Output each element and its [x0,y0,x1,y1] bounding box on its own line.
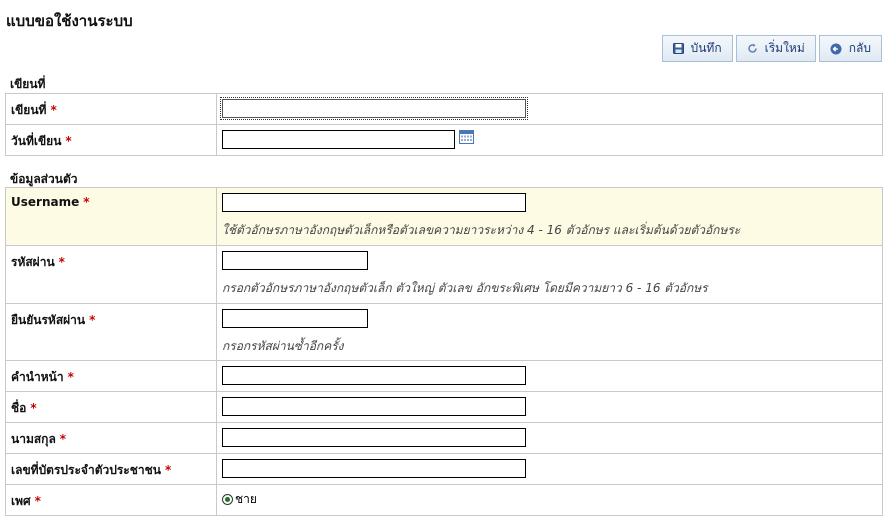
gender-label: เพศ [11,494,31,508]
gender-option-label: ชาย [235,492,257,506]
form-field-cell [216,453,883,485]
last-name-input[interactable] [222,428,526,447]
required-mark: * [59,432,67,446]
back-arrow-icon [830,43,842,55]
first-name-label: ชื่อ [11,401,27,415]
calendar-icon[interactable] [459,130,474,147]
save-button[interactable]: บันทึก [661,35,733,62]
form-row-last-name: นามสกุล * [5,422,883,454]
save-button-label: บันทึก [690,41,722,55]
form-label-cell: ยืนยันรหัสผ่าน * [5,303,217,361]
confirm-password-label: ยืนยันรหัสผ่าน [11,313,86,327]
form-label-cell: วันที่เขียน * [5,124,217,156]
required-mark: * [164,463,172,477]
radio-button-selected[interactable] [222,494,233,505]
written-date-label: วันที่เขียน [11,134,62,148]
document-form-table: เขียนที่ * วันที่เขียน * [5,93,883,156]
toolbar: บันทึก เริ่มใหม่ กลับ [661,35,882,62]
form-label-cell: นามสกุล * [5,422,217,454]
section-heading-document: เขียนที่ [10,77,46,91]
form-row-first-name: ชื่อ * [5,391,883,423]
password-label: รหัสผ่าน [11,255,55,269]
back-button-label: กลับ [848,41,871,55]
form-row-password: รหัสผ่าน * กรอกตัวอักษรภาษาอังกฤษตัวเล็ก … [5,245,883,304]
required-mark: * [58,255,65,269]
username-input[interactable] [222,193,526,212]
form-label-cell: เลขที่บัตรประจำตัวประชาชน * [5,453,217,485]
required-mark: * [65,134,72,148]
form-field-cell [216,422,883,454]
required-mark: * [34,494,41,508]
prefix-input[interactable] [222,366,526,385]
written-date-input[interactable] [222,130,455,149]
required-mark: * [67,370,74,384]
password-input[interactable] [222,251,368,270]
form-row-written-date: วันที่เขียน * [5,124,883,156]
form-label-cell: เพศ * [5,484,217,516]
form-label-cell: เขียนที่ * [5,93,217,125]
form-field-cell [216,124,883,156]
written-at-label: เขียนที่ [11,103,47,117]
form-label-cell: Username * [5,187,217,246]
form-row-gender: เพศ * ชาย [5,484,883,516]
form-row-written-at: เขียนที่ * [5,93,883,125]
form-row-prefix: คำนำหน้า * [5,360,883,392]
required-mark: * [83,195,90,209]
form-field-cell: กรอกตัวอักษรภาษาอังกฤษตัวเล็ก ตัวใหญ่ ตั… [216,245,883,304]
form-field-cell: กรอกรหัสผ่านซ้ำอีกครั้ง [216,303,883,361]
first-name-input[interactable] [222,397,526,416]
confirm-password-input[interactable] [222,309,368,328]
username-label: Username [11,195,80,209]
form-label-cell: ชื่อ * [5,391,217,423]
page-title: แบบขอใช้งานระบบ [6,12,133,30]
citizen-id-label: เลขที่บัตรประจำตัวประชาชน [11,463,161,477]
prefix-label: คำนำหน้า [11,370,64,384]
form-row-citizen-id: เลขที่บัตรประจำตัวประชาชน * [5,453,883,485]
form-field-cell: ชาย [216,484,883,516]
form-label-cell: คำนำหน้า * [5,360,217,392]
form-row-username: Username * ใช้ตัวอักษรภาษาอังกฤษตัวเล็กหร… [5,187,883,246]
required-mark: * [30,401,37,415]
form-label-cell: รหัสผ่าน * [5,245,217,304]
reset-button-label: เริ่มใหม่ [764,41,805,55]
required-mark: * [50,103,57,117]
username-hint: ใช้ตัวอักษรภาษาอังกฤษตัวเล็กหรือตัวเลขคว… [222,223,741,237]
form-field-cell [216,360,883,392]
back-button[interactable]: กลับ [818,35,882,62]
required-mark: * [89,313,96,327]
form-field-cell: ใช้ตัวอักษรภาษาอังกฤษตัวเล็กหรือตัวเลขคว… [216,187,883,246]
confirm-password-hint: กรอกรหัสผ่านซ้ำอีกครั้ง [222,339,344,353]
citizen-id-input[interactable] [222,459,526,478]
form-field-cell [216,391,883,423]
written-at-input[interactable] [220,97,528,120]
form-row-confirm-password: ยืนยันรหัสผ่าน * กรอกรหัสผ่านซ้ำอีกครั้ง [5,303,883,361]
floppy-disk-icon [672,43,684,54]
personal-form-table: Username * ใช้ตัวอักษรภาษาอังกฤษตัวเล็กหร… [5,187,883,516]
refresh-icon [747,43,758,54]
form-field-cell [216,93,883,125]
password-hint: กรอกตัวอักษรภาษาอังกฤษตัวเล็ก ตัวใหญ่ ตั… [222,281,708,295]
last-name-label: นามสกุล [11,432,56,446]
reset-button[interactable]: เริ่มใหม่ [735,35,816,62]
gender-option-male[interactable]: ชาย [222,490,882,509]
